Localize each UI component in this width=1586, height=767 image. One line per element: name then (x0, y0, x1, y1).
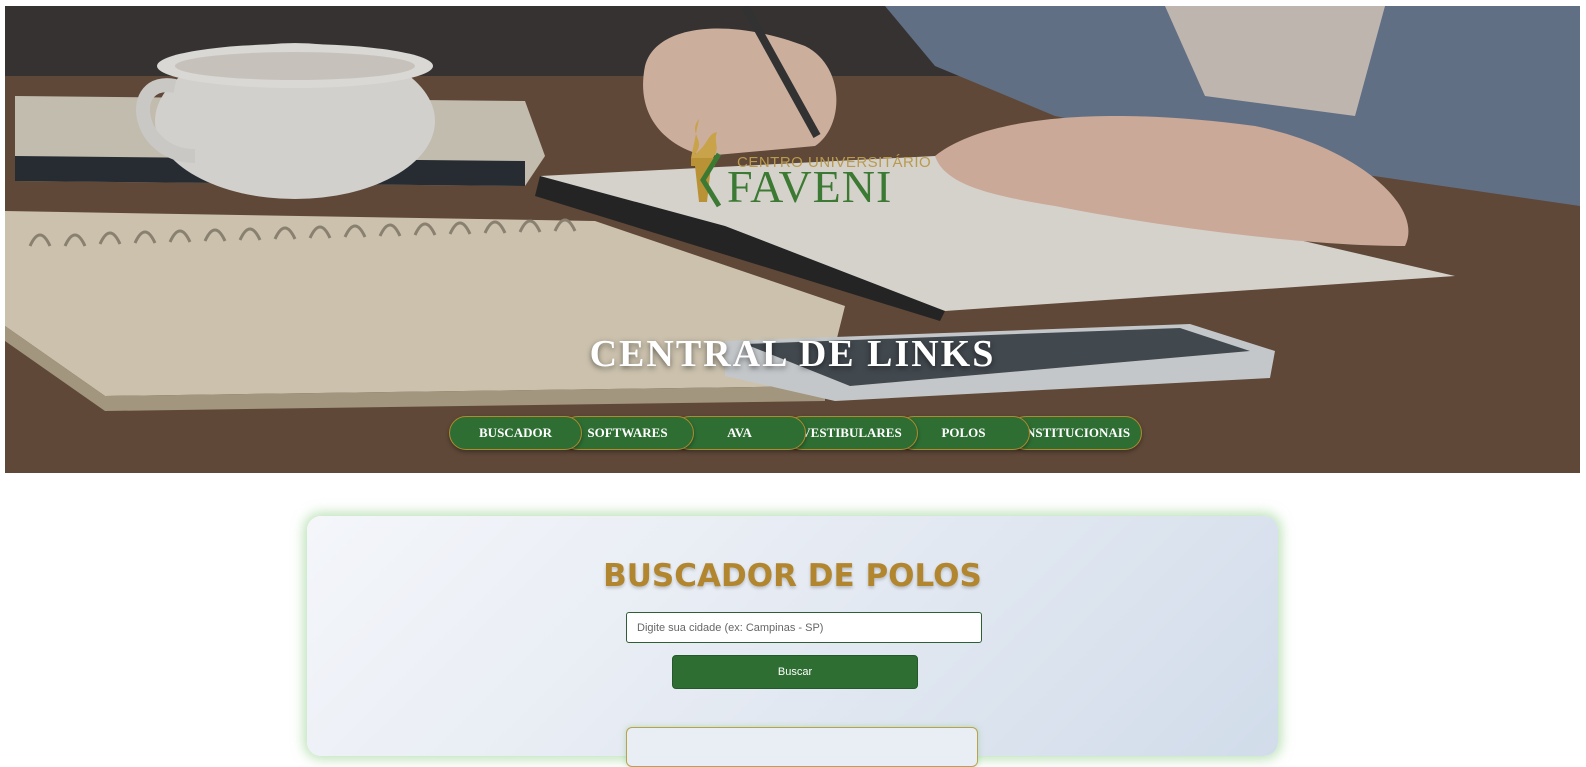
logo-wordmark: FAVENI (727, 161, 893, 212)
nav-buscador-button[interactable]: BUSCADOR (449, 416, 582, 450)
city-search-input[interactable] (626, 612, 982, 643)
hero-overlay (5, 6, 1580, 473)
hero-banner: CENTRO UNIVERSITÁRIO FAVENI CENTRAL DE L… (5, 6, 1580, 473)
torch-icon (691, 119, 722, 208)
main-nav: BUSCADOR SOFTWARES AVA VESTIBULARES POLO… (449, 416, 1149, 450)
search-card: BUSCADOR DE POLOS Buscar (307, 516, 1278, 767)
search-button[interactable]: Buscar (672, 655, 918, 689)
search-title: BUSCADOR DE POLOS (603, 558, 982, 594)
faveni-logo: CENTRO UNIVERSITÁRIO FAVENI (677, 114, 931, 214)
results-panel (626, 727, 978, 767)
page-title: CENTRAL DE LINKS (589, 333, 996, 375)
